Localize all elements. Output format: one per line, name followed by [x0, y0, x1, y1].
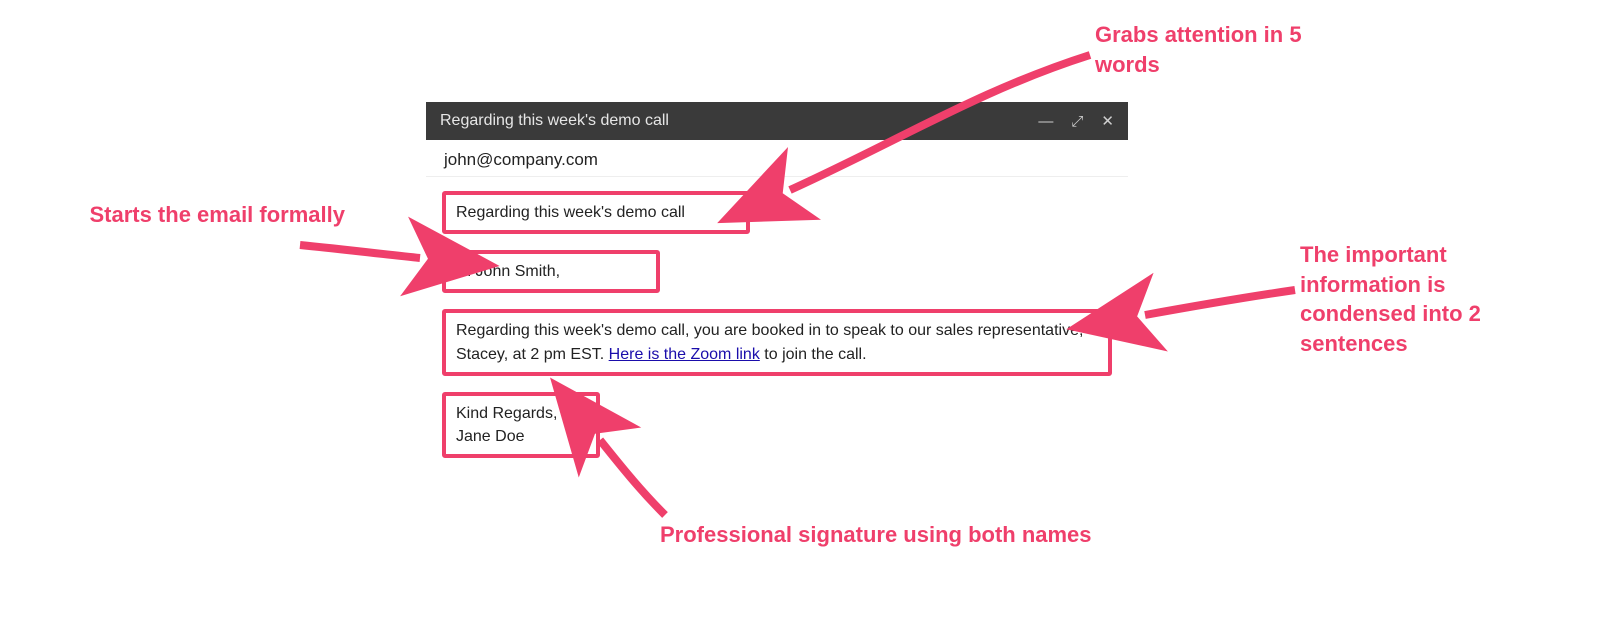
compose-title: Regarding this week's demo call [440, 112, 1038, 130]
window-controls: — ⤢ ✕ [1038, 114, 1114, 129]
subject-text: Regarding this week's demo call [456, 204, 685, 221]
compose-window: Regarding this week's demo call — ⤢ ✕ jo… [426, 102, 1128, 478]
to-field[interactable]: john@company.com [426, 140, 1128, 177]
annotation-signature: Professional signature using both names [660, 520, 1120, 550]
arrow-formal [300, 245, 420, 258]
zoom-link[interactable]: Here is the Zoom link [609, 346, 760, 363]
body-highlight: Regarding this week's demo call, you are… [442, 309, 1112, 375]
greeting-text: Hi John Smith, [456, 263, 560, 280]
diagram-stage: Regarding this week's demo call — ⤢ ✕ jo… [0, 0, 1614, 626]
annotation-attention: Grabs attention in 5 words [1095, 20, 1335, 79]
sender-name: Jane Doe [456, 428, 525, 445]
arrow-condensed [1145, 290, 1295, 315]
signature-highlight: Kind Regards, Jane Doe [442, 392, 600, 458]
greeting-highlight: Hi John Smith, [442, 250, 660, 293]
signoff-text: Kind Regards, [456, 405, 557, 422]
annotation-condensed: The important information is condensed i… [1300, 240, 1540, 359]
body-after-link: to join the call. [760, 346, 867, 363]
subject-highlight: Regarding this week's demo call [442, 191, 750, 234]
expand-icon[interactable]: ⤢ [1071, 114, 1083, 129]
close-icon[interactable]: ✕ [1101, 114, 1114, 129]
compose-body[interactable]: Regarding this week's demo call Hi John … [426, 177, 1128, 478]
minimize-icon[interactable]: — [1038, 114, 1053, 129]
annotation-formal: Starts the email formally [85, 200, 345, 230]
compose-titlebar: Regarding this week's demo call — ⤢ ✕ [426, 102, 1128, 140]
